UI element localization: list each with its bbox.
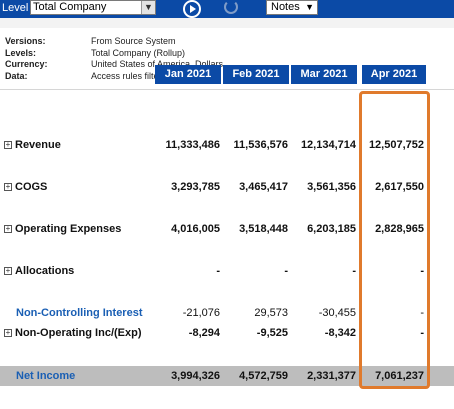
row-label-net-income[interactable]: Net Income [16, 370, 75, 382]
meta-value-versions: From Source System [91, 36, 176, 46]
column-header-jan[interactable]: Jan 2021 [155, 65, 221, 84]
toolbar: Level Total Company ▼ Notes ▼ [0, 0, 454, 18]
cell-net-feb: 4,572,759 [239, 370, 288, 382]
cell-nonop-jan: -8,294 [188, 327, 220, 339]
cell-opex-jan: 4,016,005 [171, 223, 220, 235]
cell-nci-mar: -30,455 [318, 307, 356, 319]
row-label-non-operating[interactable]: + Non-Operating Inc/(Exp) [4, 327, 142, 339]
cell-cogs-feb: 3,465,417 [239, 181, 288, 193]
cell-opex-feb: 3,518,448 [239, 223, 288, 235]
cell-net-mar: 2,331,377 [307, 370, 356, 382]
cell-revenue-mar: 12,134,714 [300, 139, 356, 151]
row-label-text: Allocations [15, 265, 75, 277]
cell-revenue-jan: 11,333,486 [165, 139, 220, 151]
row-label-revenue[interactable]: + Revenue [4, 139, 61, 151]
plus-box-icon[interactable]: + [4, 267, 12, 275]
cell-alloc-mar: - [352, 265, 356, 277]
row-label-operating-expenses[interactable]: + Operating Expenses [4, 223, 121, 235]
play-circle-icon[interactable] [183, 0, 201, 18]
row-label-non-controlling-interest[interactable]: Non-Controlling Interest [16, 307, 143, 319]
refresh-icon[interactable] [224, 0, 238, 14]
row-label-text: Non-Operating Inc/(Exp) [15, 327, 142, 339]
meta-key-currency: Currency: [5, 59, 48, 69]
notes-select-value: Notes [271, 1, 300, 13]
cell-nonop-mar: -8,342 [324, 327, 356, 339]
meta-key-versions: Versions: [5, 36, 46, 46]
row-label-cogs[interactable]: + COGS [4, 181, 47, 193]
cell-net-jan: 3,994,326 [171, 370, 220, 382]
cell-nci-feb: 29,573 [254, 307, 288, 319]
cell-opex-mar: 6,203,185 [307, 223, 356, 235]
meta-key-levels: Levels: [5, 47, 37, 58]
plus-box-icon[interactable]: + [4, 183, 12, 191]
apr-column-highlight [359, 91, 430, 389]
row-label-text: Operating Expenses [15, 223, 122, 235]
cell-revenue-feb: 11,536,576 [233, 139, 288, 151]
meta-value-levels: Total Company (Rollup) [91, 47, 186, 58]
column-header-feb[interactable]: Feb 2021 [223, 65, 289, 84]
row-label-text: COGS [15, 181, 48, 193]
chevron-down-icon[interactable]: ▼ [305, 1, 314, 14]
meta-key-data: Data: [5, 70, 28, 81]
chevron-down-icon[interactable]: ▼ [141, 1, 155, 14]
divider [0, 89, 454, 90]
cell-cogs-mar: 3,561,356 [307, 181, 356, 193]
cell-nonop-feb: -9,525 [256, 327, 288, 339]
row-label-text: Revenue [15, 139, 61, 151]
row-label-text: Non-Controlling Interest [16, 307, 143, 319]
column-header-mar[interactable]: Mar 2021 [291, 65, 357, 84]
row-label-allocations[interactable]: + Allocations [4, 265, 74, 277]
level-select-value: Total Company [33, 1, 107, 13]
cell-alloc-jan: - [216, 265, 220, 277]
notes-select[interactable]: Notes ▼ [266, 0, 318, 15]
column-header-apr[interactable]: Apr 2021 [362, 65, 426, 84]
level-label: Level [2, 2, 29, 14]
cell-alloc-feb: - [284, 265, 288, 277]
plus-box-icon[interactable]: + [4, 225, 12, 233]
cell-cogs-jan: 3,293,785 [171, 181, 220, 193]
plus-box-icon[interactable]: + [4, 329, 12, 337]
cell-nci-jan: -21,076 [182, 307, 220, 319]
plus-box-icon[interactable]: + [4, 141, 12, 149]
level-select[interactable]: Total Company ▼ [30, 0, 156, 15]
